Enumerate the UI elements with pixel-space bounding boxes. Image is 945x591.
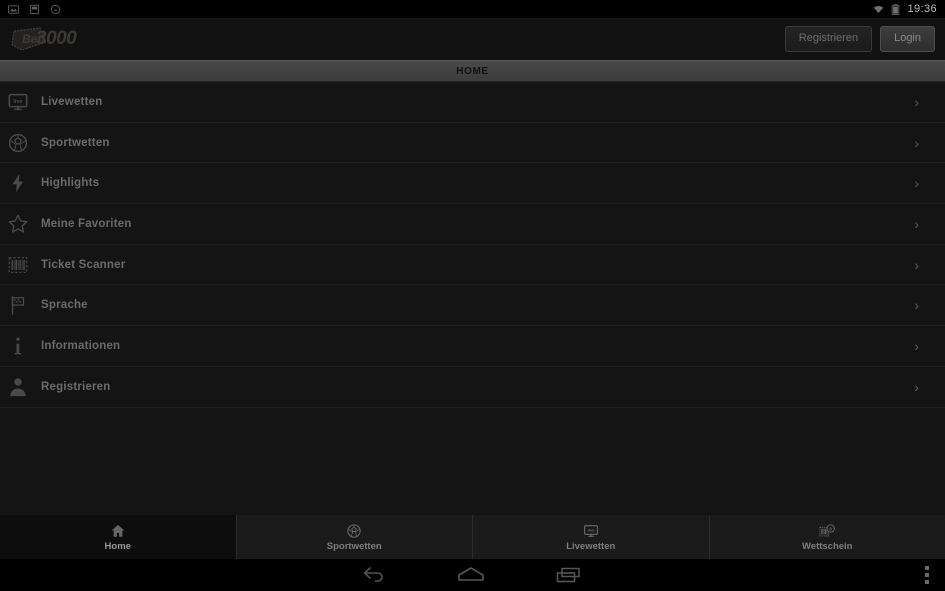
menu-item-sprache[interactable]: Sprache › <box>0 285 945 327</box>
status-bar-left-icons: ∞ <box>8 4 61 15</box>
tab-label: Sportwetten <box>326 540 382 552</box>
battery-icon <box>892 3 900 15</box>
menu-item-label: Highlights <box>41 177 100 190</box>
person-icon <box>3 372 33 402</box>
menu-item-label: Sprache <box>41 299 88 312</box>
overflow-dot <box>925 573 929 577</box>
tab-wettschein[interactable]: 0 Wettschein <box>710 515 945 559</box>
sd-card-icon <box>29 4 40 14</box>
menu-item-label: Ticket Scanner <box>41 258 126 271</box>
bottom-tab-bar: Home Sportwetten live Livewetten 0 Wettschein <box>0 515 945 559</box>
brand-logo[interactable]: Bet 3000 <box>10 25 77 53</box>
menu-item-label: Livewetten <box>41 95 103 108</box>
tab-home[interactable]: Home <box>0 515 237 559</box>
menu-item-highlights[interactable]: Highlights › <box>0 163 945 205</box>
home-pentagon-icon[interactable] <box>456 565 486 585</box>
tab-label: Livewetten <box>566 540 616 552</box>
menu-item-label: Meine Favoriten <box>41 217 132 230</box>
soccer-ball-icon <box>346 523 362 539</box>
menu-item-sportwetten[interactable]: Sportwetten › <box>0 122 945 164</box>
android-nav-bar <box>0 559 945 591</box>
menu-item-label: Sportwetten <box>41 136 110 149</box>
chevron-right-icon: › <box>914 215 919 232</box>
empty-content-area <box>0 408 945 515</box>
star-icon <box>3 209 33 239</box>
svg-text:live: live <box>13 99 22 105</box>
app-header: Bet 3000 Registrieren Login <box>0 18 945 60</box>
page-title: HOME <box>456 65 489 77</box>
flag-icon <box>3 290 33 320</box>
overflow-menu-icon[interactable] <box>925 566 929 584</box>
menu-item-label: Informationen <box>41 339 121 352</box>
brand-logo-text: 3000 <box>36 28 77 49</box>
tab-sportwetten[interactable]: Sportwetten <box>237 515 473 559</box>
app-screen: ∞ 19:36 Bet 3000 Registrieren Login HOME… <box>0 0 945 591</box>
tab-livewetten[interactable]: live Livewetten <box>473 515 710 559</box>
main-menu-list: live Livewetten › Sportwetten › Highlights › Me… <box>0 82 945 408</box>
menu-item-ticket-scanner[interactable]: Ticket Scanner › <box>0 244 945 286</box>
chevron-right-icon: › <box>914 93 919 110</box>
page-title-bar: HOME <box>0 60 945 82</box>
barcode-icon <box>3 250 33 280</box>
wifi-icon <box>874 5 884 13</box>
menu-item-livewetten[interactable]: live Livewetten › <box>0 82 945 123</box>
chevron-right-icon: › <box>914 256 919 273</box>
tv-monitor-icon: live <box>3 87 33 117</box>
overflow-dot <box>925 566 929 570</box>
info-icon <box>3 331 33 361</box>
menu-item-label: Registrieren <box>41 380 111 393</box>
recent-apps-icon[interactable] <box>554 565 584 585</box>
nav-buttons <box>362 565 584 585</box>
back-arrow-icon[interactable] <box>362 565 388 585</box>
sync-icon: ∞ <box>50 4 61 14</box>
status-bar-right-icons: 19:36 <box>873 2 937 15</box>
overflow-dot <box>925 580 929 584</box>
screenshot-icon <box>8 4 19 14</box>
home-icon <box>110 523 126 539</box>
tab-label: Wettschein <box>801 540 853 552</box>
register-button[interactable]: Registrieren <box>784 26 873 52</box>
chevron-right-icon: › <box>914 134 919 151</box>
lightning-icon <box>3 168 33 198</box>
tab-label: Home <box>104 540 131 552</box>
soccer-ball-icon <box>3 128 33 158</box>
menu-item-informationen[interactable]: Informationen › <box>0 326 945 367</box>
svg-text:live: live <box>587 527 594 532</box>
bet-slip-icon: 0 <box>819 523 836 539</box>
header-buttons: Registrieren Login <box>784 26 935 52</box>
chevron-right-icon: › <box>914 297 919 314</box>
svg-text:0: 0 <box>830 526 833 532</box>
menu-item-meine-favoriten[interactable]: Meine Favoriten › <box>0 204 945 245</box>
svg-text:∞: ∞ <box>54 7 58 13</box>
chevron-right-icon: › <box>914 175 919 192</box>
menu-item-registrieren[interactable]: Registrieren › <box>0 366 945 408</box>
chevron-right-icon: › <box>914 378 919 395</box>
android-status-bar: ∞ 19:36 <box>0 0 945 18</box>
tv-monitor-icon: live <box>583 523 599 539</box>
status-bar-clock: 19:36 <box>907 2 937 15</box>
chevron-right-icon: › <box>914 337 919 354</box>
login-button[interactable]: Login <box>880 26 935 52</box>
